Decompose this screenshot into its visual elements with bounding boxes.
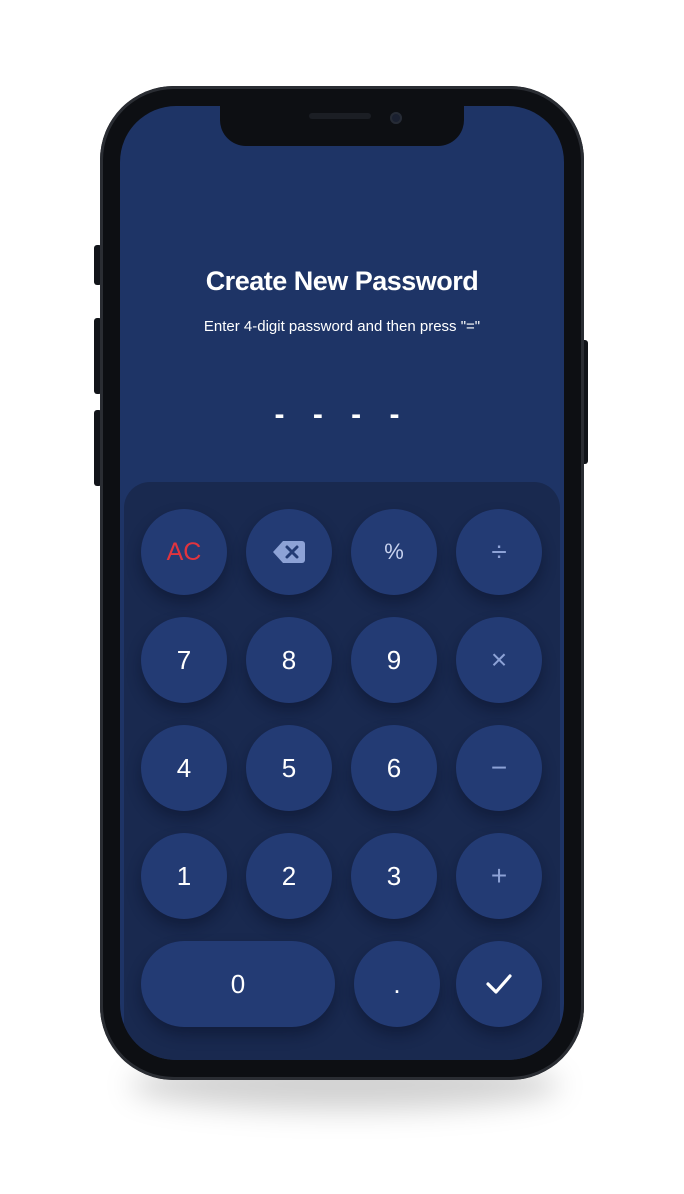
key-label: 8 — [281, 644, 297, 675]
plus-button[interactable]: + — [456, 833, 542, 919]
password-display: - - - - — [274, 398, 410, 431]
backspace-button[interactable] — [246, 509, 332, 595]
app-screen: Create New Password Enter 4-digit passwo… — [120, 106, 564, 1060]
decimal-button[interactable]: . — [354, 941, 440, 1027]
key-label: 1 — [176, 860, 192, 891]
multiply-button[interactable]: × — [456, 617, 542, 703]
ac-button[interactable]: AC — [141, 509, 227, 595]
key-label: 4 — [176, 752, 192, 783]
page-title: Create New Password — [205, 266, 479, 296]
phone-mockup: Create New Password Enter 4-digit passwo… — [0, 0, 684, 1194]
key-9[interactable]: 9 — [351, 617, 437, 703]
key-7[interactable]: 7 — [141, 617, 227, 703]
key-5[interactable]: 5 — [246, 725, 332, 811]
divide-button[interactable]: ÷ — [456, 509, 542, 595]
speaker-grille — [309, 113, 371, 119]
keypad: AC% ÷ 7 8 9 × 4 5 6 − 1 2 3 +0. — [124, 482, 560, 1060]
key-label: + — [490, 860, 508, 891]
front-camera — [390, 112, 402, 124]
confirm-button[interactable] — [456, 941, 542, 1027]
key-label: 3 — [386, 860, 402, 891]
key-4[interactable]: 4 — [141, 725, 227, 811]
key-0[interactable]: 0 — [141, 941, 335, 1027]
minus-button[interactable]: − — [456, 725, 542, 811]
key-label: 7 — [176, 644, 192, 675]
key-6[interactable]: 6 — [351, 725, 437, 811]
key-8[interactable]: 8 — [246, 617, 332, 703]
key-label: 6 — [386, 752, 402, 783]
check-icon — [485, 972, 513, 996]
key-label: × — [490, 644, 508, 675]
key-label: AC — [166, 537, 202, 566]
notch — [220, 100, 464, 146]
key-2[interactable]: 2 — [246, 833, 332, 919]
key-1[interactable]: 1 — [141, 833, 227, 919]
key-label: − — [490, 752, 508, 783]
key-label: 9 — [386, 644, 402, 675]
percent-button[interactable]: % — [351, 509, 437, 595]
key-label: % — [384, 539, 404, 564]
key-3[interactable]: 3 — [351, 833, 437, 919]
instruction-text: Enter 4-digit password and then press "=… — [203, 318, 481, 335]
key-label: . — [393, 968, 401, 999]
key-label: 2 — [281, 860, 297, 891]
backspace-icon — [272, 539, 306, 565]
key-label: ÷ — [491, 536, 507, 567]
key-label: 0 — [230, 968, 246, 999]
key-label: 5 — [281, 752, 297, 783]
